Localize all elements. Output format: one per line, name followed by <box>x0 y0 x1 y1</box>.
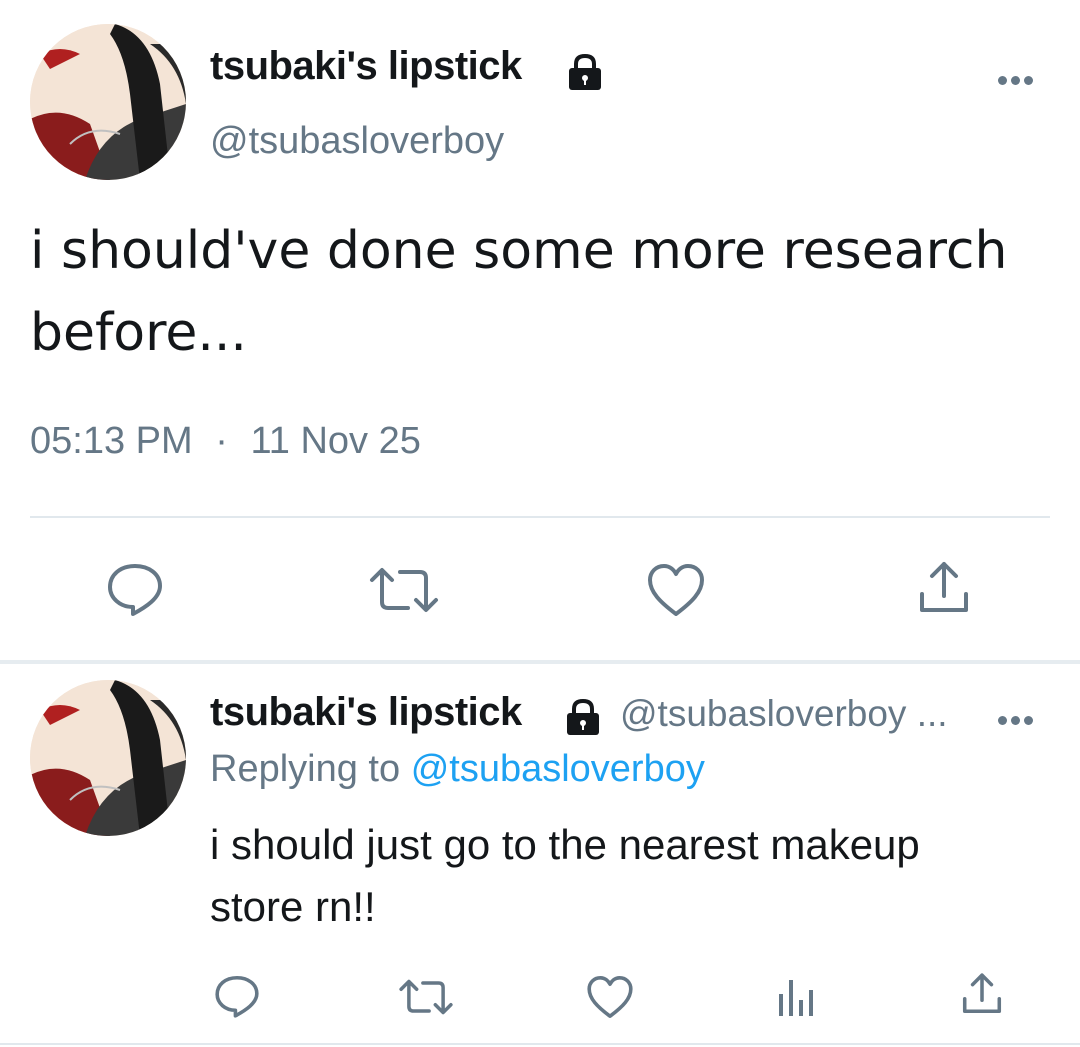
reply-display-name[interactable]: tsubaki's lipstick <box>210 690 522 735</box>
handle[interactable]: @tsubasloverboy <box>210 120 504 163</box>
replying-to: Replying to @tsubasloverboy <box>210 748 705 791</box>
tweet-date: 11 Nov 25 <box>250 420 421 462</box>
replying-to-link[interactable]: @tsubasloverboy <box>411 748 705 790</box>
section-divider <box>0 660 1080 664</box>
replying-prefix: Replying to <box>210 748 401 790</box>
avatar[interactable] <box>30 24 186 180</box>
divider <box>30 516 1050 518</box>
retweet-icon[interactable] <box>398 978 454 1016</box>
tweet-time: 05:13 PM <box>30 420 193 462</box>
tweet-timestamp[interactable]: 05:13 PM · 11 Nov 25 <box>30 420 421 463</box>
reply-handle[interactable]: @tsubasloverboy ... <box>620 693 948 735</box>
display-name[interactable]: tsubaki's lipstick <box>210 44 522 89</box>
reply-icon[interactable] <box>214 974 260 1018</box>
share-icon[interactable] <box>960 972 1004 1016</box>
reply-text: i should just go to the nearest makeup s… <box>210 821 920 930</box>
share-icon[interactable] <box>916 560 972 616</box>
date-separator: · <box>215 420 228 462</box>
bottom-divider <box>0 1043 1080 1045</box>
like-icon[interactable] <box>646 562 706 618</box>
tweet-text: i should've done some more research befo… <box>30 221 1008 363</box>
reply-more-icon[interactable] <box>998 710 1042 725</box>
lock-icon <box>563 698 603 740</box>
reply-avatar[interactable] <box>30 680 186 836</box>
reply-icon[interactable] <box>106 562 164 616</box>
like-icon[interactable] <box>586 974 634 1020</box>
retweet-icon[interactable] <box>368 566 440 614</box>
analytics-icon[interactable] <box>776 976 816 1018</box>
more-icon[interactable] <box>998 70 1042 85</box>
lock-icon <box>565 53 605 95</box>
